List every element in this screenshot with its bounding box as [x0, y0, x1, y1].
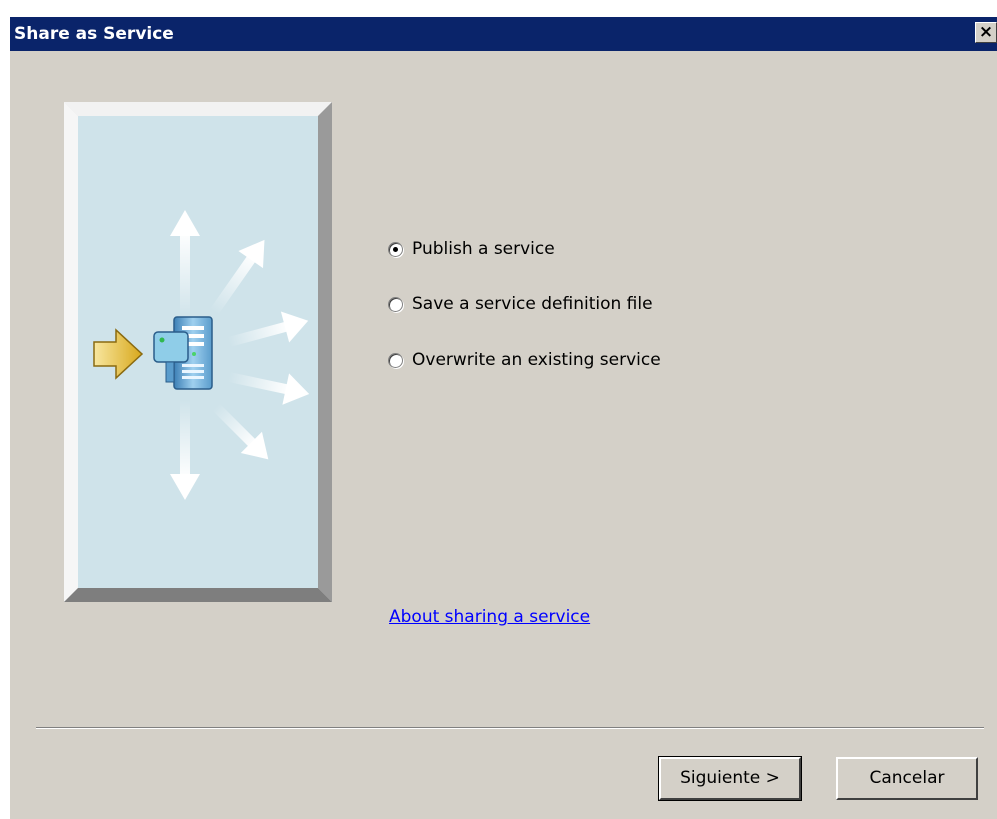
wizard-illustration [64, 102, 332, 602]
close-button[interactable]: × [975, 22, 997, 43]
server-broadcast-icon [64, 102, 332, 602]
button-separator [36, 727, 984, 729]
about-sharing-link[interactable]: About sharing a service [389, 607, 590, 627]
save-definition-label: Save a service definition file [412, 294, 653, 314]
title-bar[interactable]: Share as Service × [10, 17, 997, 51]
share-as-service-dialog: Share as Service × Publish a service Sav… [10, 17, 997, 819]
next-button[interactable]: Siguiente > [658, 756, 802, 801]
cancel-button[interactable]: Cancelar [836, 757, 978, 800]
close-icon: × [978, 22, 994, 42]
save-definition-radio[interactable] [388, 296, 403, 312]
option-overwrite-service[interactable]: Overwrite an existing service [388, 348, 661, 372]
option-publish-service[interactable]: Publish a service [388, 237, 555, 261]
overwrite-service-label: Overwrite an existing service [412, 350, 661, 370]
overwrite-service-radio[interactable] [388, 352, 403, 368]
window-title: Share as Service [14, 24, 174, 44]
publish-service-radio[interactable] [388, 241, 403, 257]
publish-service-label: Publish a service [412, 239, 555, 259]
option-save-definition[interactable]: Save a service definition file [388, 292, 653, 316]
